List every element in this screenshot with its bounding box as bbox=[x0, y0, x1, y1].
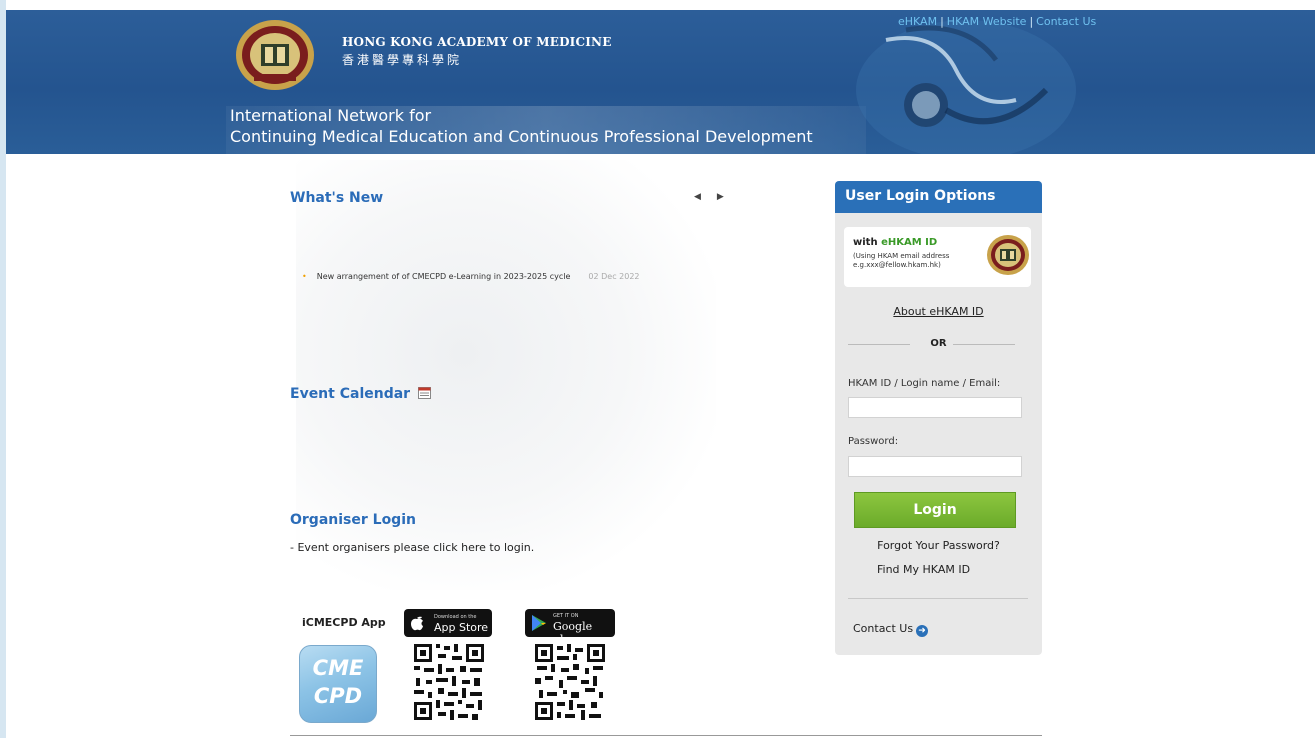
or-divider-right bbox=[953, 344, 1015, 345]
link-contact-us[interactable]: Contact Us bbox=[1036, 15, 1096, 28]
google-play-qr-code bbox=[533, 642, 607, 722]
arrow-right-circle-icon[interactable]: ➜ bbox=[916, 625, 929, 637]
password-input[interactable] bbox=[848, 456, 1022, 477]
organiser-note[interactable]: - Event organisers please click here to … bbox=[290, 541, 534, 554]
ehkam-login-option[interactable]: with eHKAM ID (Using HKAM email address … bbox=[844, 227, 1031, 287]
organiser-login-title[interactable]: Organiser Login bbox=[290, 512, 416, 528]
app-label: iCMECPD App bbox=[302, 616, 386, 629]
event-calendar-title[interactable]: Event Calendar bbox=[290, 386, 410, 402]
login-panel-title: User Login Options bbox=[845, 188, 996, 204]
site-header: HONG KONG ACADEMY OF MEDICINE 香港醫學專科學院 I… bbox=[6, 10, 1315, 154]
stethoscope-image bbox=[856, 20, 1076, 154]
app-store-badge[interactable]: Download on the App Store bbox=[404, 609, 492, 637]
user-login-panel: User Login Options with eHKAM ID (Using … bbox=[835, 181, 1042, 655]
login-id-input[interactable] bbox=[848, 397, 1022, 418]
app-store-small-text: Download on the bbox=[434, 614, 477, 620]
google-play-badge[interactable]: GET IT ON Google play bbox=[525, 609, 615, 646]
ehkam-note-line2: e.g.xxx@fellow.hkam.hk) bbox=[853, 261, 941, 269]
password-label: Password: bbox=[848, 436, 899, 447]
login-panel-header: User Login Options bbox=[835, 181, 1042, 213]
google-play-small-text: GET IT ON bbox=[553, 613, 579, 619]
news-item[interactable]: • New arrangement of of CMECPD e-Learning… bbox=[302, 272, 640, 281]
find-hkam-id-link[interactable]: Find My HKAM ID bbox=[877, 563, 970, 576]
org-name-zh: 香港醫學專科學院 bbox=[342, 53, 463, 67]
news-item-date: 02 Dec 2022 bbox=[588, 272, 640, 281]
tagline-line1: International Network for bbox=[230, 106, 432, 125]
whats-new-title: What's New bbox=[290, 190, 384, 206]
link-hkam-website[interactable]: HKAM Website bbox=[947, 15, 1027, 28]
app-icon-text-2: CPD bbox=[313, 684, 363, 708]
google-play-icon bbox=[532, 615, 546, 631]
forgot-password-link[interactable]: Forgot Your Password? bbox=[835, 539, 1042, 552]
contact-us-text[interactable]: Contact Us bbox=[853, 622, 913, 635]
calendar-icon[interactable] bbox=[417, 387, 431, 399]
next-arrow-icon[interactable]: ▶ bbox=[717, 192, 740, 202]
top-links: eHKAM | HKAM Website | Contact Us bbox=[898, 15, 1096, 28]
apple-icon bbox=[411, 616, 423, 631]
cmecpd-app-icon[interactable]: CME CPD bbox=[299, 645, 377, 723]
event-calendar-heading[interactable]: Event Calendar bbox=[290, 386, 431, 402]
login-button[interactable]: Login bbox=[854, 492, 1016, 528]
panel-divider bbox=[848, 598, 1028, 599]
contact-us-link[interactable]: Contact Us ➜ bbox=[853, 622, 929, 637]
app-store-qr-code bbox=[412, 642, 486, 722]
news-item-text[interactable]: New arrangement of of CMECPD e-Learning … bbox=[317, 272, 571, 281]
app-icon-text-1: CME bbox=[312, 656, 364, 680]
content-divider bbox=[290, 735, 1042, 736]
link-ehkam[interactable]: eHKAM bbox=[898, 15, 937, 28]
login-id-label: HKAM ID / Login name / Email: bbox=[848, 378, 1001, 389]
tagline-line2: Continuing Medical Education and Continu… bbox=[230, 127, 813, 146]
about-ehkam-link[interactable]: About eHKAM ID bbox=[835, 305, 1042, 318]
prev-arrow-icon[interactable]: ◀ bbox=[694, 192, 717, 202]
link-separator: | bbox=[1029, 15, 1034, 28]
hkam-logo bbox=[236, 20, 314, 90]
org-name-en: HONG KONG ACADEMY OF MEDICINE bbox=[342, 35, 612, 49]
link-separator: | bbox=[940, 15, 944, 28]
app-store-big-text: App Store bbox=[434, 621, 489, 634]
page: HONG KONG ACADEMY OF MEDICINE 香港醫學專科學院 I… bbox=[6, 0, 1315, 738]
news-pager: ◀▶ bbox=[694, 192, 740, 202]
bullet-icon: • bbox=[302, 272, 307, 281]
ehkam-option-title: with eHKAM ID bbox=[853, 237, 938, 248]
hkam-seal-icon bbox=[987, 235, 1029, 275]
ehkam-note-line1: (Using HKAM email address bbox=[853, 252, 950, 260]
